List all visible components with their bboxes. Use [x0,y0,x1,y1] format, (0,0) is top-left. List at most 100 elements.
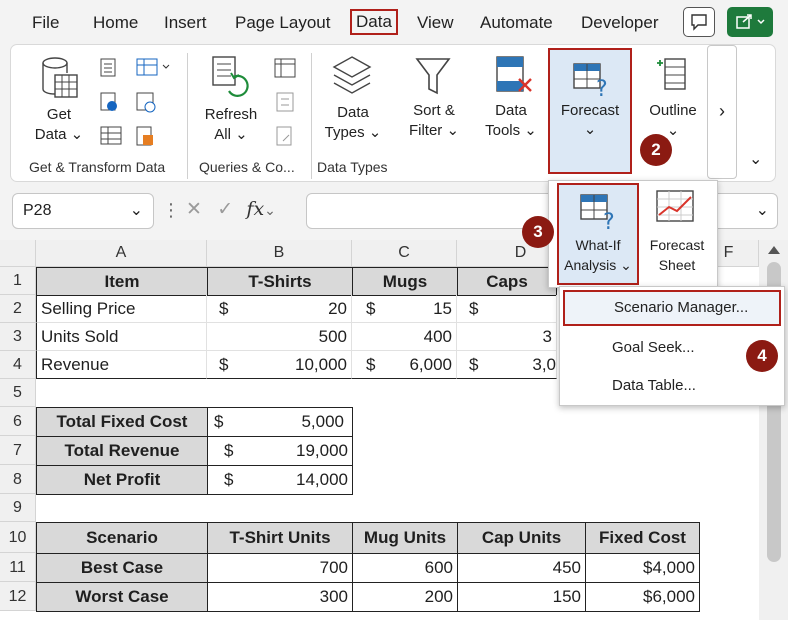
cell-d3[interactable]: 3 [457,323,557,351]
cell-b4[interactable]: $10,000 [207,351,352,379]
group-label-get-transform: Get & Transform Data [29,159,166,175]
forecast-sheet-button[interactable]: Forecast Sheet [641,235,713,275]
cell-b10[interactable]: T-Shirt Units [207,522,353,554]
cell-d11[interactable]: 450 [457,553,586,583]
forecast-dropdown: ? What-If Analysis ⌄ Forecast Sheet [548,180,718,288]
cell-b12[interactable]: 300 [207,582,353,612]
cell-c10[interactable]: Mug Units [352,522,458,554]
tab-file[interactable]: File [32,10,59,36]
data-types-button[interactable]: Data Types ⌄ [321,103,385,143]
name-box[interactable]: P28 ⌄ [12,193,154,229]
cell-a1[interactable]: Item [36,267,208,296]
cell-b8[interactable]: $14,000 [207,465,353,495]
sort-filter-button[interactable]: Sort & Filter ⌄ [401,101,467,141]
share-button[interactable] [727,7,773,37]
formula-controls: ✕ ✓ fx⌄ [186,198,276,220]
row-header[interactable]: 11 [0,553,36,582]
cell-b6[interactable]: $5,000 [207,407,353,437]
cell-a7[interactable]: Total Revenue [36,436,208,466]
scenario-manager-item[interactable]: Scenario Manager... [563,290,781,326]
outline-icon [657,58,686,90]
scroll-up-icon[interactable] [768,246,780,254]
row-header[interactable]: 3 [0,323,36,351]
refresh-all-button[interactable]: Refresh All ⌄ [201,105,261,145]
cell-e10[interactable]: Fixed Cost [585,522,700,554]
row-header[interactable]: 9 [0,494,36,522]
cell-a6[interactable]: Total Fixed Cost [36,407,208,437]
row-header[interactable]: 1 [0,267,36,295]
row-header[interactable]: 4 [0,351,36,379]
cell-d4[interactable]: $3,0 [457,351,557,379]
cell-c3[interactable]: 400 [352,323,457,351]
tab-automate[interactable]: Automate [480,10,553,36]
row-header[interactable]: 6 [0,407,36,436]
cell-e11[interactable]: $4,000 [585,553,700,583]
cancel-icon[interactable]: ✕ [186,199,202,220]
forecast-sheet-icon [656,190,694,222]
cell-b11[interactable]: 700 [207,553,353,583]
cell-c4[interactable]: $6,000 [352,351,457,379]
formula-bar-grip-icon: ⋮ [162,200,180,220]
column-header-b[interactable]: B [207,240,352,267]
cell-d12[interactable]: 150 [457,582,586,612]
row-header[interactable]: 12 [0,582,36,611]
cell-d2[interactable]: $ [457,295,557,323]
data-tools-button[interactable]: Data Tools ⌄ [479,101,543,141]
cell-d10[interactable]: Cap Units [457,522,586,554]
cell-a2[interactable]: Selling Price [36,295,207,323]
row-header[interactable]: 5 [0,379,36,407]
svg-text:?: ? [603,210,615,233]
what-if-label-2: Analysis ⌄ [564,257,632,273]
cell-a8[interactable]: Net Profit [36,465,208,495]
comments-button[interactable] [683,7,715,37]
step-badge-4: 4 [746,340,778,372]
cell-c11[interactable]: 600 [352,553,458,583]
row-header[interactable]: 7 [0,436,36,465]
tab-developer[interactable]: Developer [581,10,659,36]
tab-home[interactable]: Home [93,10,138,36]
cell-a11[interactable]: Best Case [36,553,208,583]
cell-b2[interactable]: $20 [207,295,352,323]
cell-d1[interactable]: Caps [457,267,557,296]
column-header-c[interactable]: C [352,240,457,267]
cell-a10[interactable]: Scenario [36,522,208,554]
tab-view[interactable]: View [417,10,454,36]
cell-e12[interactable]: $6,000 [585,582,700,612]
cell-a3[interactable]: Units Sold [36,323,207,351]
goal-seek-item[interactable]: Goal Seek... [612,339,695,356]
row-header[interactable]: 8 [0,465,36,494]
tab-data[interactable]: Data [350,9,398,35]
get-data-button[interactable]: Get Data ⌄ [29,105,89,145]
enter-check-icon[interactable]: ✓ [217,199,233,220]
ribbon-more-button[interactable]: › [707,45,737,179]
cell-a12[interactable]: Worst Case [36,582,208,612]
row-header[interactable]: 2 [0,295,36,323]
tab-insert[interactable]: Insert [164,10,207,36]
scenario-manager-label: Scenario Manager... [614,299,749,316]
menu-bar: File Home Insert Page Layout Data View A… [0,0,788,44]
cell-a4[interactable]: Revenue [36,351,207,379]
forecast-button[interactable]: ? Forecast ⌄ [548,48,632,174]
forecast-label: Forecast [560,102,620,119]
cell-c12[interactable]: 200 [352,582,458,612]
queries-small-icons [274,58,296,146]
cell-b1[interactable]: T-Shirts [207,267,353,296]
ribbon-collapse-chevron-icon[interactable]: ⌄ [749,149,762,169]
row-header[interactable]: 10 [0,522,36,553]
group-label-queries: Queries & Co... [199,159,295,175]
data-tools-icon [496,56,532,92]
what-if-analysis-button[interactable]: ? What-If Analysis ⌄ [557,183,639,285]
tab-page-layout[interactable]: Page Layout [235,10,330,36]
insert-function-button[interactable]: fx [246,198,264,220]
ribbon-separator [187,53,188,179]
cell-c1[interactable]: Mugs [352,267,458,296]
what-if-icon: ? [580,194,615,233]
data-table-item[interactable]: Data Table... [612,377,696,394]
cell-b3[interactable]: 500 [207,323,352,351]
get-data-icon [42,57,78,98]
cell-b7[interactable]: $19,000 [207,436,353,466]
select-all-corner[interactable] [0,240,36,267]
cell-c2[interactable]: $15 [352,295,457,323]
column-header-a[interactable]: A [36,240,207,267]
comment-icon [691,14,707,31]
